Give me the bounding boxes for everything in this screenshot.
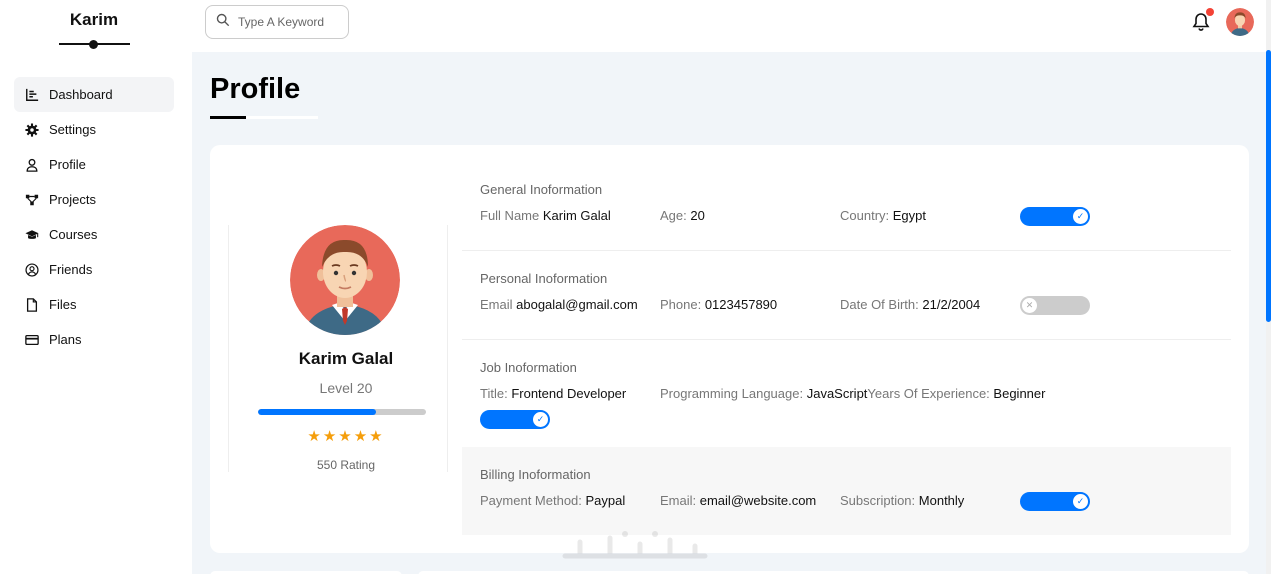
phone-field: Phone: 0123457890 <box>660 297 777 312</box>
gear-icon <box>24 122 40 138</box>
field-value: Frontend Developer <box>511 386 627 401</box>
subscription-field: Subscription: Monthly <box>840 493 964 508</box>
page-scrollbar[interactable] <box>1266 0 1271 574</box>
personal-info-toggle[interactable]: ✕ <box>1020 296 1090 315</box>
field-value: abogalal@gmail.com <box>516 297 638 312</box>
field-label: Date Of Birth: <box>840 297 919 312</box>
field-value: Monthly <box>918 493 965 508</box>
brand-dot <box>89 40 98 49</box>
field-value: Karim Galal <box>542 208 611 223</box>
user-avatar[interactable] <box>1226 8 1254 36</box>
sidebar-item-label: Files <box>49 297 77 312</box>
field-value: 20 <box>690 208 705 223</box>
billing-email-field: Email: email@website.com <box>660 493 816 508</box>
section-title: Billing Inoformation <box>480 467 591 482</box>
chart-bar-icon <box>24 87 40 103</box>
field-label: Title: <box>480 386 508 401</box>
rating-stars-icon: ★★★★★ <box>307 428 385 445</box>
level-progress-bar <box>258 409 426 415</box>
check-icon: ✓ <box>1073 494 1088 509</box>
profile-rating: 550 Rating <box>316 458 376 472</box>
level-progress-fill <box>258 409 376 415</box>
diagram-icon <box>24 192 40 208</box>
sidebar-item-profile[interactable]: Profile <box>14 147 174 182</box>
field-label: Subscription: <box>840 493 916 508</box>
sidebar-item-label: Plans <box>49 332 82 347</box>
title-underline-accent <box>210 116 246 119</box>
search-input[interactable] <box>238 15 338 29</box>
field-label: Phone: <box>660 297 702 312</box>
sidebar-item-label: Profile <box>49 157 86 172</box>
sidebar-item-friends[interactable]: Friends <box>14 252 174 287</box>
watermark-logo <box>560 528 710 564</box>
scrollbar-thumb[interactable] <box>1266 50 1271 322</box>
field-value: Egypt <box>892 208 927 223</box>
file-icon <box>24 297 40 313</box>
profile-summary: Karim Galal Level 20 ★★★★★ 550 Rating <box>228 225 448 472</box>
sidebar-item-label: Settings <box>49 122 96 137</box>
field-label: Email: <box>660 493 697 508</box>
field-label: Programming Language: <box>660 386 804 401</box>
general-info-toggle[interactable]: ✓ <box>1020 207 1090 226</box>
field-label: Email <box>480 297 513 312</box>
country-field: Country: Egypt <box>840 208 926 223</box>
field-value: JavaScript <box>806 386 868 401</box>
sidebar-item-label: Dashboard <box>49 87 113 102</box>
close-icon: ✕ <box>1022 298 1037 313</box>
search-box[interactable] <box>205 5 349 39</box>
field-value: email@website.com <box>699 493 817 508</box>
experience-value: Beginner <box>993 386 1046 401</box>
user-icon <box>24 157 40 173</box>
graduation-cap-icon <box>24 227 40 243</box>
sidebar: Karim Dashboard Settings Profile Project… <box>0 0 192 574</box>
sidebar-item-files[interactable]: Files <box>14 287 174 322</box>
field-label: Country: <box>840 208 890 223</box>
section-title: Job Inoformation <box>480 360 577 375</box>
profile-name: Karim Galal <box>298 349 394 368</box>
billing-info-toggle[interactable]: ✓ <box>1020 492 1090 511</box>
user-circle-icon <box>24 262 40 278</box>
credit-card-icon <box>24 332 40 348</box>
brand-title: Karim <box>69 10 119 29</box>
sidebar-nav: Dashboard Settings Profile Projects Cour… <box>14 77 174 357</box>
job-info-toggle[interactable]: ✓ <box>480 410 550 429</box>
field-value: 21/2/2004 <box>922 297 981 312</box>
full-name-field: Full Name Karim Galal <box>480 208 611 223</box>
job-info-section: Job Inoformation Title: Frontend Develop… <box>462 340 1231 447</box>
general-info-section: General Inoformation Full Name Karim Gal… <box>462 145 1231 251</box>
sidebar-item-dashboard[interactable]: Dashboard <box>14 77 174 112</box>
check-icon: ✓ <box>533 412 548 427</box>
field-label: Payment Method: <box>480 493 582 508</box>
field-label: Age: <box>660 208 687 223</box>
personal-info-section: Personal Inoformation Email abogalal@gma… <box>462 251 1231 340</box>
section-title: General Inoformation <box>480 182 603 197</box>
page-title: Profile <box>210 73 301 105</box>
profile-card: Karim Galal Level 20 ★★★★★ 550 Rating Ge… <box>210 145 1249 553</box>
age-field: Age: 20 <box>660 208 705 223</box>
profile-level: Level 20 <box>319 380 373 396</box>
sidebar-item-label: Courses <box>49 227 98 242</box>
sidebar-item-label: Projects <box>49 192 96 207</box>
topbar <box>192 0 1266 52</box>
field-value: Paypal <box>585 493 626 508</box>
job-title-field: Title: Frontend Developer <box>480 386 626 401</box>
section-title: Personal Inoformation <box>480 271 608 286</box>
programming-language-field: Programming Language: JavaScriptYears Of… <box>660 386 1045 401</box>
sidebar-item-settings[interactable]: Settings <box>14 112 174 147</box>
dob-field: Date Of Birth: 21/2/2004 <box>840 297 980 312</box>
profile-avatar <box>290 225 400 335</box>
email-field: Email abogalal@gmail.com <box>480 297 638 312</box>
billing-info-section: Billing Inoformation Payment Method: Pay… <box>462 447 1231 535</box>
sidebar-item-courses[interactable]: Courses <box>14 217 174 252</box>
sidebar-item-plans[interactable]: Plans <box>14 322 174 357</box>
experience-label: Years Of Experience: <box>867 386 990 401</box>
field-value: 0123457890 <box>704 297 778 312</box>
sidebar-item-projects[interactable]: Projects <box>14 182 174 217</box>
sidebar-item-label: Friends <box>49 262 93 277</box>
payment-method-field: Payment Method: Paypal <box>480 493 625 508</box>
check-icon: ✓ <box>1073 209 1088 224</box>
notification-badge <box>1206 8 1214 16</box>
search-icon <box>216 13 238 32</box>
field-label: Full Name <box>480 208 540 223</box>
